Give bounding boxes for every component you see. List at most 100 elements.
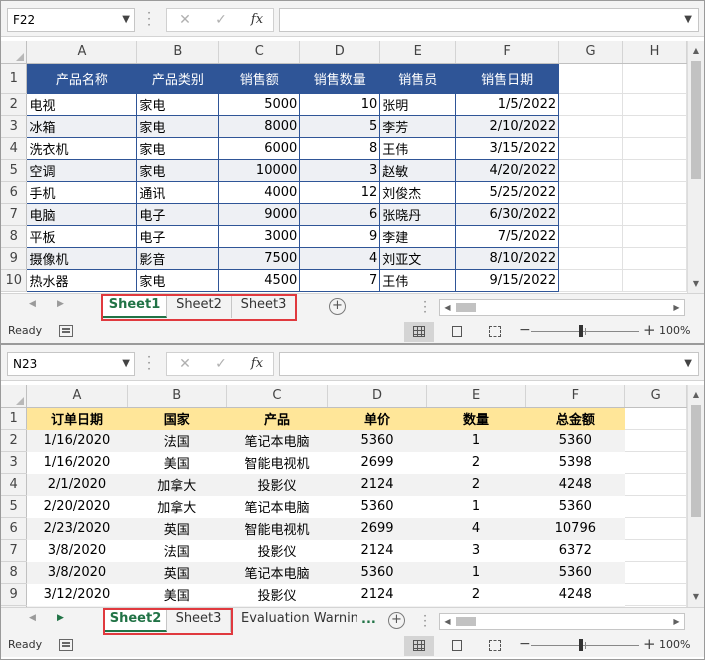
table-cell[interactable]: 平板 xyxy=(26,224,138,248)
table-cell[interactable]: 影音 xyxy=(136,246,220,270)
table-cell[interactable]: 4000 xyxy=(218,180,301,204)
table-header-cell[interactable]: 产品 xyxy=(226,407,329,430)
empty-cell[interactable] xyxy=(558,247,624,270)
name-box[interactable]: F22 ▼ xyxy=(7,8,135,32)
table-cell[interactable]: 2/1/2020 xyxy=(26,473,128,496)
page-layout-button[interactable] xyxy=(442,636,472,656)
table-cell[interactable]: 8 xyxy=(299,136,381,160)
table-cell[interactable]: 李建 xyxy=(379,224,457,248)
table-cell[interactable]: 9 xyxy=(299,224,381,248)
scroll-left-icon[interactable]: ◀ xyxy=(440,300,455,315)
column-header[interactable]: H xyxy=(622,41,687,64)
table-header-cell[interactable]: 国家 xyxy=(127,407,227,430)
table-cell[interactable]: 2699 xyxy=(327,451,427,474)
macro-record-icon[interactable] xyxy=(59,639,73,651)
table-cell[interactable]: 10000 xyxy=(218,158,301,182)
enter-icon[interactable]: ✓ xyxy=(209,353,233,375)
add-sheet-icon[interactable]: + xyxy=(388,612,405,629)
row-header[interactable]: 2 xyxy=(1,429,28,452)
vertical-scroll-thumb[interactable] xyxy=(691,61,701,179)
column-header[interactable]: A xyxy=(26,41,138,64)
empty-cell[interactable] xyxy=(622,225,687,248)
empty-cell[interactable] xyxy=(558,203,624,226)
table-cell[interactable]: 手机 xyxy=(26,180,138,204)
vertical-scrollbar[interactable]: ▲ ▼ xyxy=(687,385,704,607)
scroll-down-icon[interactable]: ▼ xyxy=(688,276,704,292)
table-cell[interactable]: 通讯 xyxy=(136,180,220,204)
empty-cell[interactable] xyxy=(558,137,624,160)
scroll-down-icon[interactable]: ▼ xyxy=(688,589,704,605)
select-all-corner[interactable] xyxy=(1,385,28,408)
column-header[interactable]: G xyxy=(558,41,624,64)
column-header[interactable]: C xyxy=(226,385,329,408)
row-header[interactable]: 1 xyxy=(1,407,28,430)
table-cell[interactable]: 王伟 xyxy=(379,136,457,160)
table-cell[interactable]: 7 xyxy=(299,268,381,292)
table-cell[interactable]: 热水器 xyxy=(26,268,138,292)
table-cell[interactable]: 7/5/2022 xyxy=(455,224,560,248)
formula-input[interactable]: ▼ xyxy=(279,352,699,376)
table-cell[interactable]: 1 xyxy=(426,561,527,584)
table-cell[interactable]: 家电 xyxy=(136,114,220,138)
table-cell[interactable]: 6/30/2022 xyxy=(455,202,560,226)
table-header-cell[interactable]: 销售额 xyxy=(218,62,301,94)
empty-cell[interactable] xyxy=(624,583,687,606)
table-cell[interactable]: 冰箱 xyxy=(26,114,138,138)
table-cell[interactable]: 2124 xyxy=(327,583,427,606)
table-cell[interactable]: 2/23/2020 xyxy=(26,517,128,540)
table-cell[interactable]: 3000 xyxy=(218,224,301,248)
table-cell[interactable]: 5000 xyxy=(218,92,301,116)
empty-cell[interactable] xyxy=(624,495,687,518)
formula-bar-grip-icon[interactable]: · · · xyxy=(147,7,151,31)
table-cell[interactable]: 5360 xyxy=(525,429,626,452)
column-header[interactable]: G xyxy=(624,385,687,408)
table-cell[interactable]: 李芳 xyxy=(379,114,457,138)
empty-cell[interactable] xyxy=(622,269,687,292)
table-cell[interactable]: 5360 xyxy=(525,561,626,584)
select-all-corner[interactable] xyxy=(1,41,28,64)
table-cell[interactable]: 9/15/2022 xyxy=(455,268,560,292)
table-cell[interactable]: 8000 xyxy=(218,114,301,138)
column-header[interactable]: F xyxy=(455,41,560,64)
table-cell[interactable]: 电脑 xyxy=(26,202,138,226)
table-header-cell[interactable]: 产品名称 xyxy=(26,62,138,94)
row-header[interactable]: 5 xyxy=(1,159,28,182)
row-header[interactable]: 7 xyxy=(1,203,28,226)
normal-view-button[interactable] xyxy=(404,322,434,342)
table-cell[interactable]: 笔记本电脑 xyxy=(226,561,329,584)
table-cell[interactable]: 1/16/2020 xyxy=(26,451,128,474)
table-cell[interactable]: 投影仪 xyxy=(226,583,329,606)
table-cell[interactable]: 2/20/2020 xyxy=(26,495,128,518)
table-cell[interactable]: 2/10/2022 xyxy=(455,114,560,138)
table-header-cell[interactable]: 单价 xyxy=(327,407,427,430)
column-header[interactable]: D xyxy=(299,41,381,64)
row-header[interactable]: 4 xyxy=(1,137,28,160)
scroll-right-icon[interactable]: ▶ xyxy=(669,614,684,629)
empty-cell[interactable] xyxy=(624,407,687,430)
table-cell[interactable]: 投影仪 xyxy=(226,539,329,562)
zoom-in-icon[interactable]: + xyxy=(643,321,656,339)
table-cell[interactable]: 王伟 xyxy=(379,268,457,292)
table-cell[interactable]: 5360 xyxy=(327,561,427,584)
table-cell[interactable]: 4/20/2022 xyxy=(455,158,560,182)
worksheet-grid[interactable]: A B C D E F G 1 订单日期 国家 产品 单价 数量 总金额 2 1/16/2020… xyxy=(1,385,687,607)
zoom-slider-thumb[interactable] xyxy=(579,325,583,337)
row-header[interactable]: 5 xyxy=(1,495,28,518)
row-header[interactable]: 2 xyxy=(1,93,28,116)
vertical-scrollbar[interactable]: ▲ ▼ xyxy=(687,41,704,294)
table-cell[interactable]: 2124 xyxy=(327,473,427,496)
tab-scroll-left-icon[interactable]: ◀ xyxy=(29,299,36,309)
table-cell[interactable]: 法国 xyxy=(127,539,227,562)
table-cell[interactable]: 6000 xyxy=(218,136,301,160)
column-header[interactable]: E xyxy=(379,41,457,64)
table-header-cell[interactable]: 销售员 xyxy=(379,62,457,94)
table-cell[interactable]: 4248 xyxy=(525,473,626,496)
horizontal-scrollbar[interactable]: ◀ ▶ xyxy=(439,299,685,316)
zoom-level[interactable]: 100% xyxy=(659,324,690,337)
table-cell[interactable]: 10 xyxy=(299,92,381,116)
empty-cell[interactable] xyxy=(622,159,687,182)
formula-input[interactable]: ▼ xyxy=(279,8,699,32)
table-cell[interactable]: 3/8/2020 xyxy=(26,561,128,584)
table-cell[interactable]: 5360 xyxy=(327,495,427,518)
table-cell[interactable]: 4 xyxy=(299,246,381,270)
